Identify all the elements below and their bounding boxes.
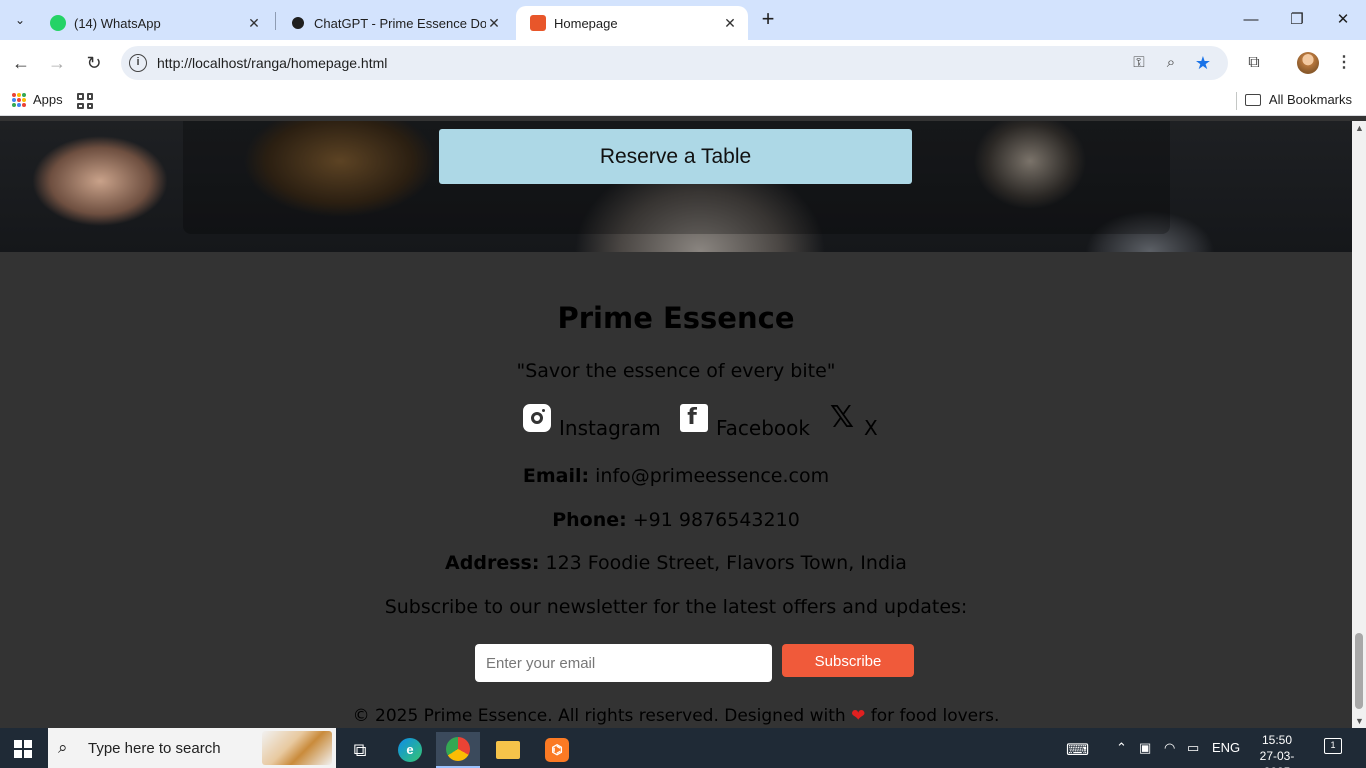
- tab-groups-icon[interactable]: [77, 93, 93, 109]
- taskbar-search[interactable]: ⌕ Type here to search: [48, 728, 336, 768]
- profile-avatar[interactable]: [1297, 52, 1319, 74]
- search-icon: ⌕: [58, 738, 68, 757]
- email-value: info@primeessence.com: [595, 465, 830, 487]
- tab-homepage[interactable]: Homepage ✕: [516, 6, 748, 40]
- file-explorer-icon[interactable]: [486, 732, 530, 768]
- tab-strip: ⌄ (14) WhatsApp ✕ ChatGPT - Prime Essenc…: [0, 0, 1366, 40]
- scrollbar-thumb[interactable]: [1355, 633, 1363, 709]
- copyright-text: © 2025 Prime Essence. All rights reserve…: [0, 706, 1352, 726]
- address-label: Address:: [445, 552, 540, 574]
- tab-whatsapp[interactable]: (14) WhatsApp ✕: [36, 6, 272, 40]
- site-info-icon[interactable]: i: [129, 54, 147, 72]
- newsletter-text: Subscribe to our newsletter for the late…: [384, 596, 968, 618]
- chevron-up-icon[interactable]: ⌃: [1116, 740, 1127, 756]
- bookmark-star-icon[interactable]: ★: [1193, 53, 1213, 73]
- footer-brand: Prime Essence: [557, 301, 795, 335]
- forward-arrow-icon[interactable]: →: [44, 50, 70, 76]
- bookmarks-separator: [1236, 92, 1237, 110]
- zoom-icon[interactable]: ⌕: [1161, 53, 1181, 73]
- hero-image: Reserve a Table: [0, 121, 1352, 252]
- apps-grid-icon: [12, 92, 26, 107]
- reload-icon[interactable]: ↻: [81, 50, 107, 76]
- newsletter-email-input[interactable]: [475, 644, 772, 682]
- all-bookmarks[interactable]: All Bookmarks: [1244, 92, 1352, 107]
- x-icon: 𝕏: [829, 400, 855, 435]
- taskbar-search-text: Type here to search: [88, 740, 221, 757]
- footer-email: Email: info@primeessence.com: [0, 465, 1352, 487]
- tab-search-icon[interactable]: ⌄: [8, 8, 32, 32]
- tab-close-icon[interactable]: ✕: [486, 15, 502, 32]
- instagram-icon: [523, 404, 551, 432]
- page-viewport: Reserve a Table Prime Essence "Savor the…: [0, 121, 1352, 728]
- tab-close-icon[interactable]: ✕: [246, 15, 262, 32]
- search-highlight-image: [262, 731, 332, 765]
- facebook-icon: f: [680, 404, 708, 432]
- tab-title: Homepage: [554, 15, 618, 31]
- apps-bookmark[interactable]: Apps: [12, 92, 63, 107]
- url-text[interactable]: http://localhost/ranga/homepage.html: [157, 55, 387, 71]
- wifi-icon[interactable]: ◠: [1164, 740, 1175, 756]
- clock[interactable]: 15:50 27-03-2025: [1247, 732, 1307, 768]
- chatgpt-icon: [290, 15, 306, 31]
- chrome-icon[interactable]: [436, 732, 480, 768]
- all-bookmarks-label: All Bookmarks: [1268, 92, 1352, 107]
- social-label: X: [864, 416, 878, 440]
- tab-chatgpt[interactable]: ChatGPT - Prime Essence Doc ✕: [276, 6, 512, 40]
- clock-time: 15:50: [1261, 733, 1293, 747]
- copyright-pre: © 2025 Prime Essence. All rights reserve…: [352, 706, 846, 726]
- phone-value: +91 9876543210: [632, 509, 800, 531]
- windows-start-icon[interactable]: [14, 740, 32, 758]
- heart-icon: ❤: [851, 706, 866, 726]
- whatsapp-icon: [50, 15, 66, 31]
- language-indicator[interactable]: ENG: [1212, 740, 1240, 755]
- key-icon[interactable]: ⚿: [1129, 53, 1149, 73]
- bookmarks-bar: Apps All Bookmarks: [0, 86, 1366, 116]
- battery-icon[interactable]: ▭: [1187, 740, 1199, 756]
- footer-address: Address: 123 Foodie Street, Flavors Town…: [0, 552, 1352, 574]
- folder-icon: [1244, 93, 1261, 106]
- scroll-up-icon[interactable]: ▲: [1355, 123, 1364, 133]
- xampp-icon: [530, 15, 546, 31]
- windows-taskbar: ⌕ Type here to search ⧉ e ⌬ ⌨ ⌃ ▣ ◠ ▭ EN…: [0, 728, 1366, 768]
- page-scrollbar[interactable]: ▲ ▼: [1352, 121, 1366, 728]
- footer-phone: Phone: +91 9876543210: [0, 509, 1352, 531]
- subscribe-button[interactable]: Subscribe: [782, 644, 914, 677]
- menu-icon[interactable]: ⋮: [1333, 52, 1355, 74]
- tab-close-icon[interactable]: ✕: [722, 15, 738, 32]
- phone-label: Phone:: [552, 509, 627, 531]
- reserve-table-button[interactable]: Reserve a Table: [439, 129, 912, 184]
- tab-title: (14) WhatsApp: [74, 15, 161, 31]
- task-view-icon[interactable]: ⧉: [338, 732, 382, 768]
- browser-toolbar: ← → ↻ i http://localhost/ranga/homepage.…: [0, 40, 1366, 86]
- scroll-down-icon[interactable]: ▼: [1355, 716, 1364, 726]
- minimize-button[interactable]: —: [1228, 6, 1274, 34]
- social-facebook[interactable]: f Facebook: [680, 404, 810, 440]
- social-label: Instagram: [559, 416, 661, 440]
- keyboard-icon[interactable]: ⌨: [1066, 740, 1089, 760]
- close-window-button[interactable]: ✕: [1320, 6, 1366, 34]
- copyright-post: for food lovers.: [870, 706, 1000, 726]
- xampp-icon[interactable]: ⌬: [535, 732, 579, 768]
- address-bar[interactable]: i http://localhost/ranga/homepage.html ⚿…: [121, 46, 1228, 80]
- tab-title: ChatGPT - Prime Essence Doc: [314, 15, 486, 31]
- apps-label: Apps: [33, 92, 63, 107]
- email-label: Email:: [522, 465, 590, 487]
- meet-now-icon[interactable]: ▣: [1139, 740, 1151, 756]
- address-value: 123 Foodie Street, Flavors Town, India: [545, 552, 907, 574]
- footer-tagline: "Savor the essence of every bite": [516, 360, 836, 382]
- social-instagram[interactable]: Instagram: [523, 404, 661, 440]
- social-label: Facebook: [716, 416, 810, 440]
- back-arrow-icon[interactable]: ←: [8, 50, 34, 76]
- clock-date: 27-03-2025: [1259, 749, 1295, 768]
- social-x[interactable]: 𝕏 X: [828, 400, 878, 441]
- edge-icon[interactable]: e: [388, 732, 432, 768]
- notification-icon[interactable]: 1: [1324, 738, 1342, 754]
- extensions-icon[interactable]: ⧉: [1243, 52, 1265, 74]
- new-tab-button[interactable]: +: [756, 8, 780, 32]
- restore-button[interactable]: ❐: [1274, 6, 1320, 34]
